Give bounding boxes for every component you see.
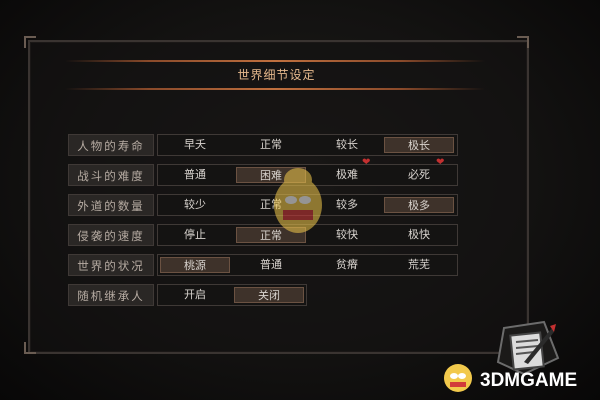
setting-label: 侵袭的速度 bbox=[68, 224, 154, 246]
option-button-selected[interactable]: 极长 bbox=[384, 137, 454, 153]
option-button[interactable]: 正常 bbox=[236, 137, 306, 153]
option-button[interactable]: 荒芜 bbox=[384, 257, 454, 273]
frame-corner bbox=[24, 342, 36, 354]
setting-row-lifespan: 人物的寿命 早夭 正常 较长 极长 bbox=[68, 134, 458, 156]
panel-title: 世界细节设定 bbox=[237, 68, 316, 82]
option-button[interactable]: 较长 bbox=[312, 137, 382, 153]
setting-row-heir: 随机继承人 开启 关闭 bbox=[68, 284, 458, 306]
option-button[interactable]: 停止 bbox=[160, 227, 230, 243]
option-button-selected[interactable]: 极多 bbox=[384, 197, 454, 213]
watermark-text: 3DMGAME bbox=[480, 370, 578, 391]
option-button[interactable]: 普通 bbox=[160, 167, 230, 183]
setting-label: 人物的寿命 bbox=[68, 134, 154, 156]
option-group: 早夭 正常 较长 极长 bbox=[157, 134, 458, 156]
option-button[interactable]: 必死 bbox=[384, 167, 454, 183]
header-divider-bottom bbox=[65, 88, 485, 90]
heart-icon: ❤ bbox=[436, 157, 445, 168]
option-group: 开启 关闭 bbox=[157, 284, 307, 306]
setting-label: 外道的数量 bbox=[68, 194, 154, 216]
frame-corner bbox=[517, 36, 529, 48]
option-button[interactable]: 贫瘠 bbox=[312, 257, 382, 273]
header-divider-top bbox=[65, 60, 485, 62]
option-button[interactable]: 开启 bbox=[160, 287, 230, 303]
option-button[interactable]: 极快 bbox=[384, 227, 454, 243]
frame-corner bbox=[24, 36, 36, 48]
option-button[interactable]: 普通 bbox=[236, 257, 306, 273]
setting-label: 随机继承人 bbox=[68, 284, 154, 306]
option-button-selected[interactable]: 关闭 bbox=[234, 287, 304, 303]
heart-icon: ❤ bbox=[362, 157, 371, 168]
mascot-icon bbox=[274, 168, 322, 233]
setting-label: 世界的状况 bbox=[68, 254, 154, 276]
option-button-selected[interactable]: 桃源 bbox=[160, 257, 230, 273]
setting-label: 战斗的难度 bbox=[68, 164, 154, 186]
option-button[interactable]: 较少 bbox=[160, 197, 230, 213]
setting-row-world-state: 世界的状况 桃源 普通 贫瘠 荒芜 bbox=[68, 254, 458, 276]
option-button[interactable]: 早夭 bbox=[160, 137, 230, 153]
option-group: 桃源 普通 贫瘠 荒芜 bbox=[157, 254, 458, 276]
